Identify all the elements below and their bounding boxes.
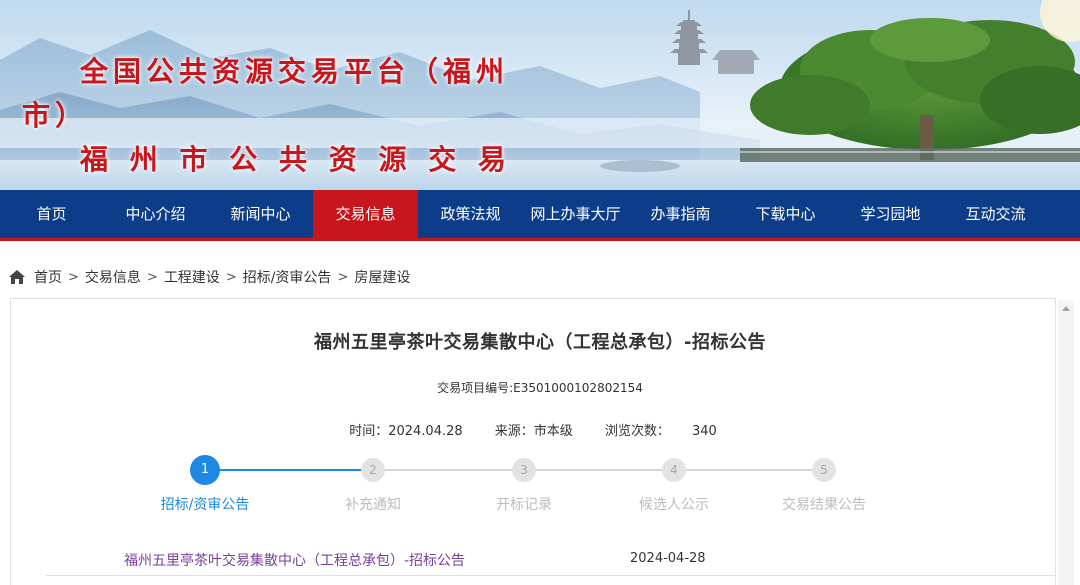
nav-item-policies[interactable]: 政策法规 xyxy=(418,190,523,238)
publish-time: 时间：2024.04.28 xyxy=(349,424,463,439)
step-5-dot[interactable]: 5 xyxy=(812,458,836,482)
step-3-label[interactable]: 开标记录 xyxy=(459,494,589,514)
announcement-link[interactable]: 福州五里亭茶叶交易集散中心（工程总承包）-招标公告 xyxy=(124,550,465,570)
nav-item-online-hall[interactable]: 网上办事大厅 xyxy=(523,190,628,238)
landscape-illustration xyxy=(0,0,1080,190)
home-icon xyxy=(9,270,25,284)
nav-item-home[interactable]: 首页 xyxy=(0,190,103,238)
announcement-date: 2024-04-28 xyxy=(630,551,706,566)
breadcrumb-item-engineering[interactable]: 工程建设 xyxy=(164,267,220,287)
step-3-dot[interactable]: 3 xyxy=(512,458,536,482)
list-item: 福州五里亭茶叶交易集散中心（工程总承包）-招标公告 2024-04-28 xyxy=(46,546,1056,576)
article-title: 福州五里亭茶叶交易集散中心（工程总承包）-招标公告 xyxy=(314,332,766,353)
step-5-label[interactable]: 交易结果公告 xyxy=(759,494,889,514)
article-meta: 时间：2024.04.28 来源：市本级 浏览次数： 340 xyxy=(0,420,1080,439)
breadcrumb-item-bid-notice[interactable]: 招标/资审公告 xyxy=(243,267,332,287)
step-2-label[interactable]: 补充通知 xyxy=(308,494,438,514)
site-banner: 全国公共资源交易平台（福州市） 福州市公共资源交易 网 xyxy=(0,0,1080,190)
view-count-label: 浏览次数： 340 xyxy=(604,424,717,439)
step-4-dot[interactable]: 4 xyxy=(662,458,686,482)
main-nav: 首页 中心介绍 新闻中心 交易信息 政策法规 网上办事大厅 办事指南 下载中心 … xyxy=(0,190,1080,241)
progress-line-pending xyxy=(373,469,825,471)
nav-item-news[interactable]: 新闻中心 xyxy=(208,190,313,238)
step-1-label[interactable]: 招标/资审公告 xyxy=(140,494,270,514)
step-2-dot[interactable]: 2 xyxy=(361,458,385,482)
chevron-right-icon: > xyxy=(68,269,79,285)
view-count: 340 xyxy=(691,424,717,439)
chevron-right-icon: > xyxy=(146,269,158,285)
chevron-right-icon: > xyxy=(225,269,237,285)
progress-line-done xyxy=(205,469,373,471)
project-number: 交易项目编号:E3501000102802154 xyxy=(437,381,643,395)
breadcrumb-item-housing[interactable]: 房屋建设 xyxy=(354,267,410,287)
step-1-dot[interactable]: 1 xyxy=(190,455,220,485)
scroll-up-arrow-icon[interactable] xyxy=(1062,306,1070,311)
nav-item-interaction[interactable]: 互动交流 xyxy=(943,190,1048,238)
nav-item-guide[interactable]: 办事指南 xyxy=(628,190,733,238)
article-source: 来源：市本级 xyxy=(494,424,573,439)
breadcrumb: 首页 > 交易信息 > 工程建设 > 招标/资审公告 > 房屋建设 xyxy=(8,265,410,289)
nav-item-downloads[interactable]: 下载中心 xyxy=(733,190,838,238)
nav-item-about[interactable]: 中心介绍 xyxy=(103,190,208,238)
nav-item-learning[interactable]: 学习园地 xyxy=(838,190,943,238)
step-4-label[interactable]: 候选人公示 xyxy=(609,494,739,514)
nav-item-trading-info[interactable]: 交易信息 xyxy=(313,190,418,238)
chevron-right-icon: > xyxy=(337,269,349,285)
breadcrumb-item-home[interactable]: 首页 xyxy=(34,267,62,287)
breadcrumb-item-trading-info[interactable]: 交易信息 xyxy=(85,267,141,287)
